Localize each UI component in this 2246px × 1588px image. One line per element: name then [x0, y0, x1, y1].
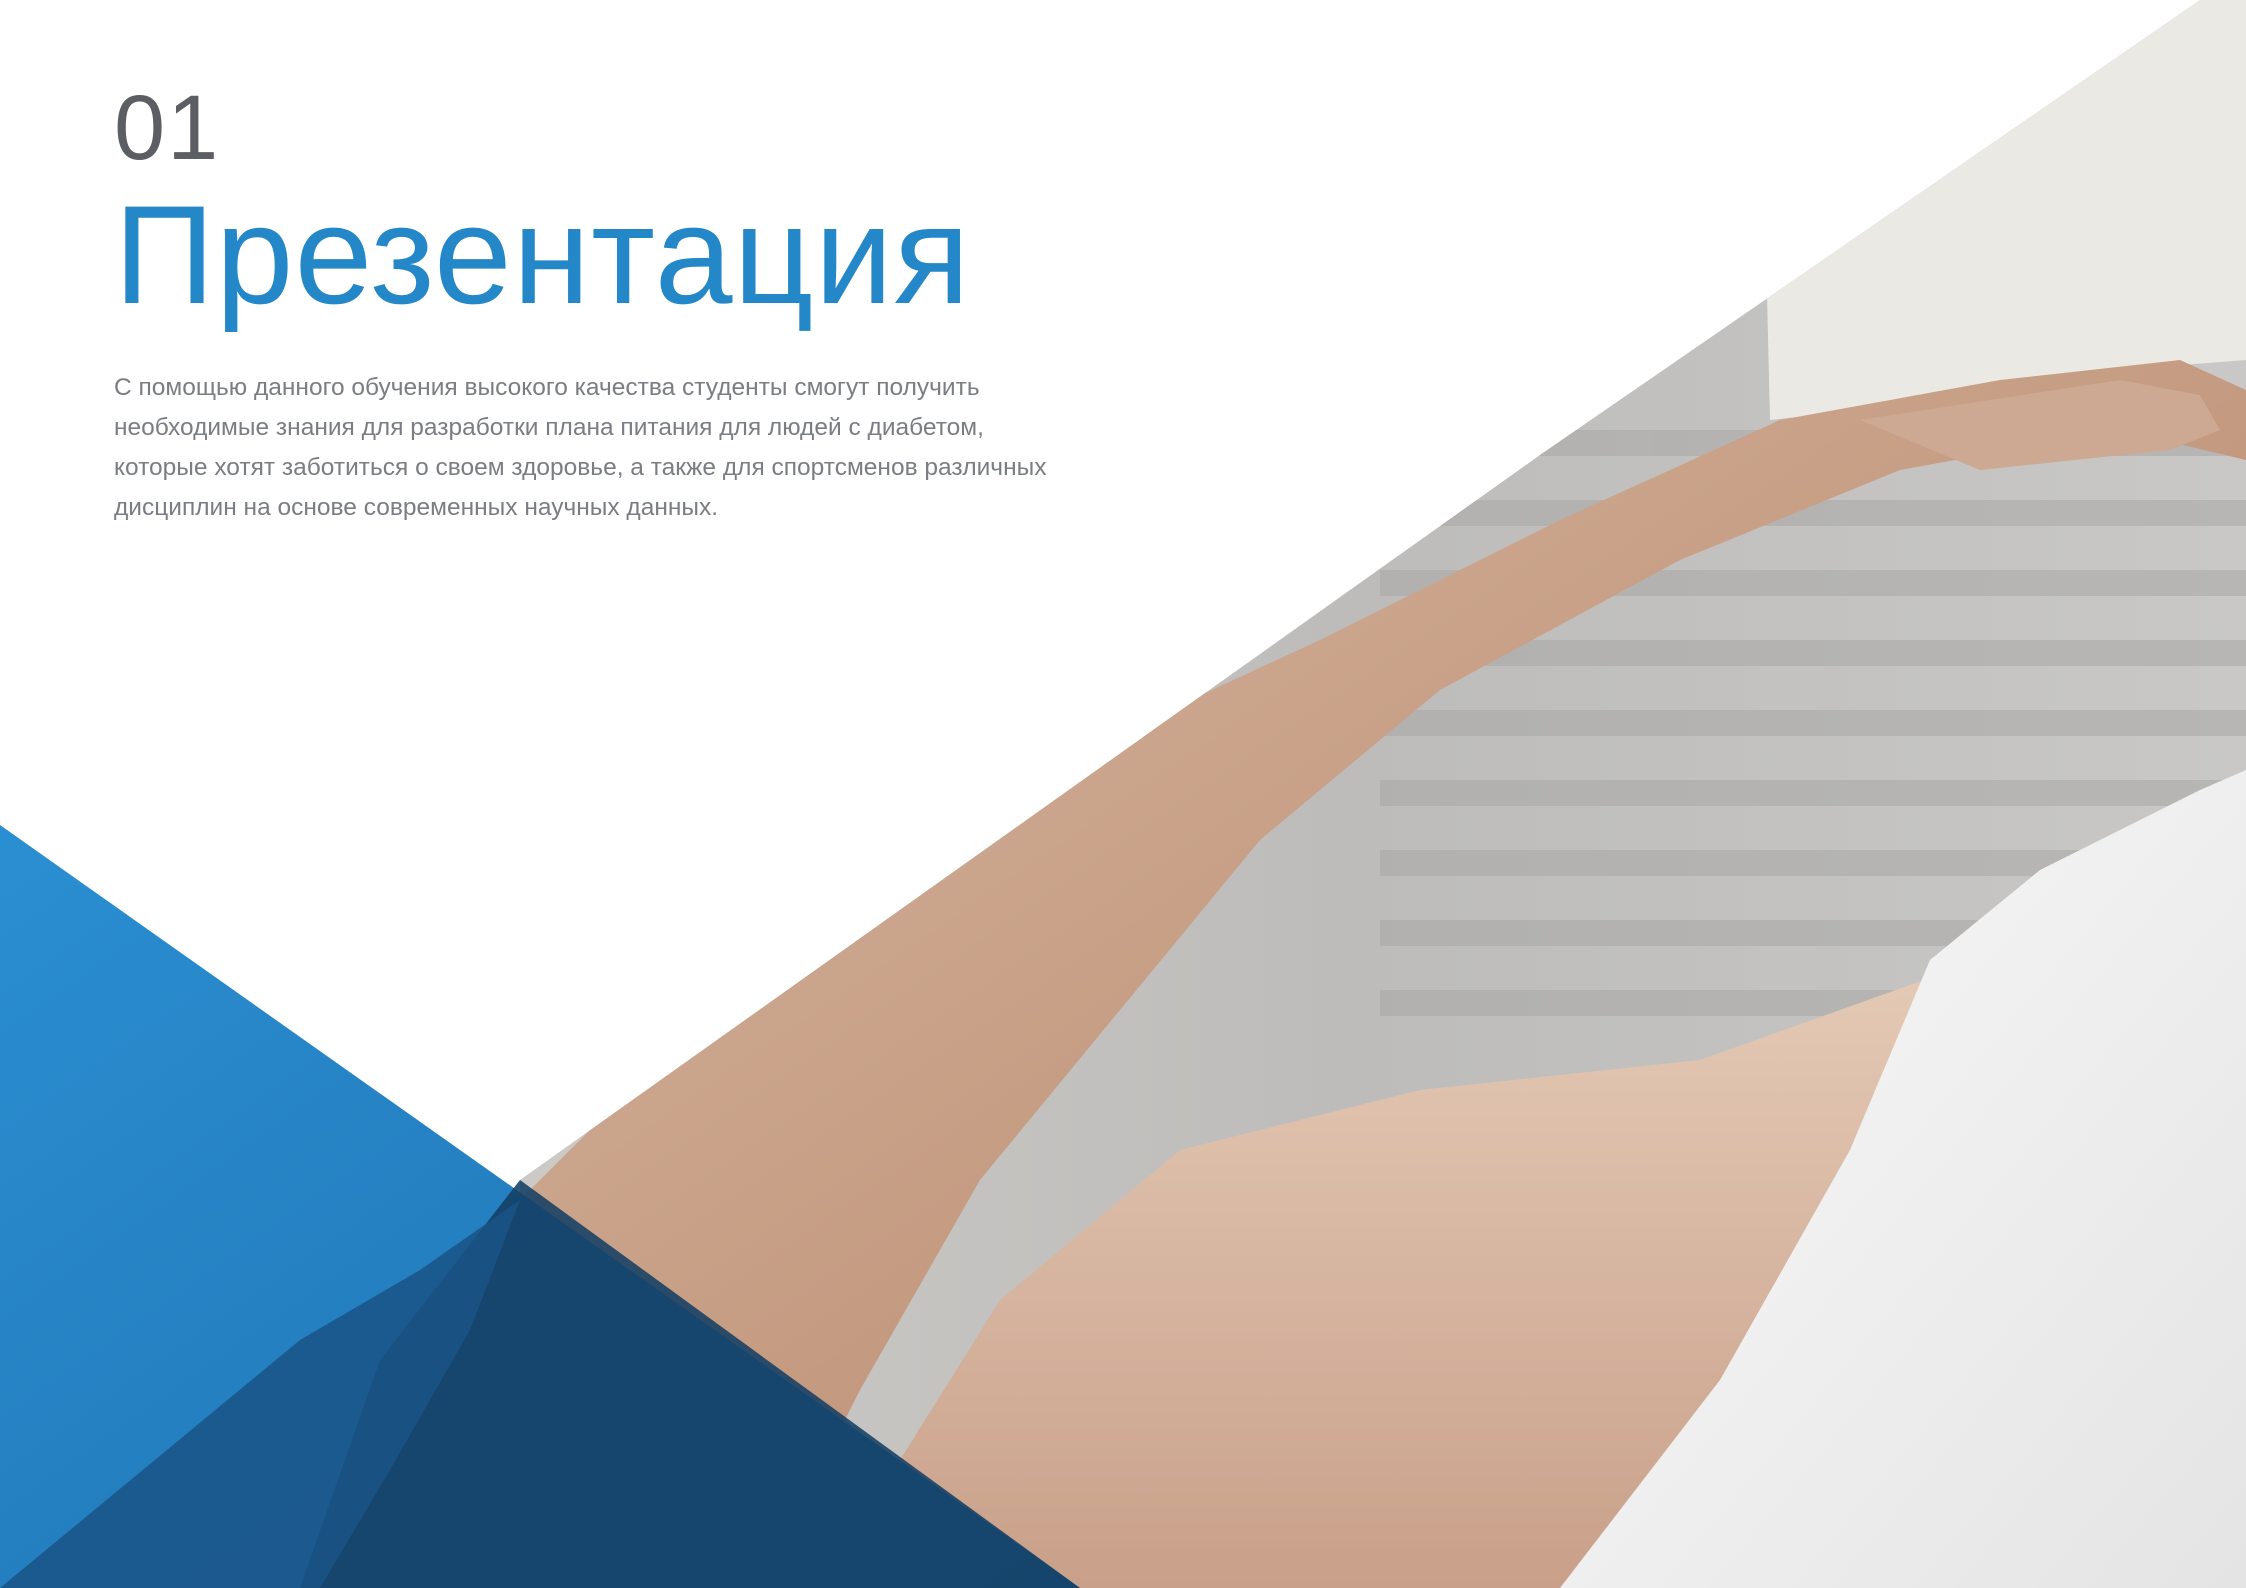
slide-number: 01 [114, 77, 221, 179]
slide-title: Презентация [114, 176, 971, 333]
slide-description: С помощью данного обучения высокого каче… [114, 374, 1047, 521]
